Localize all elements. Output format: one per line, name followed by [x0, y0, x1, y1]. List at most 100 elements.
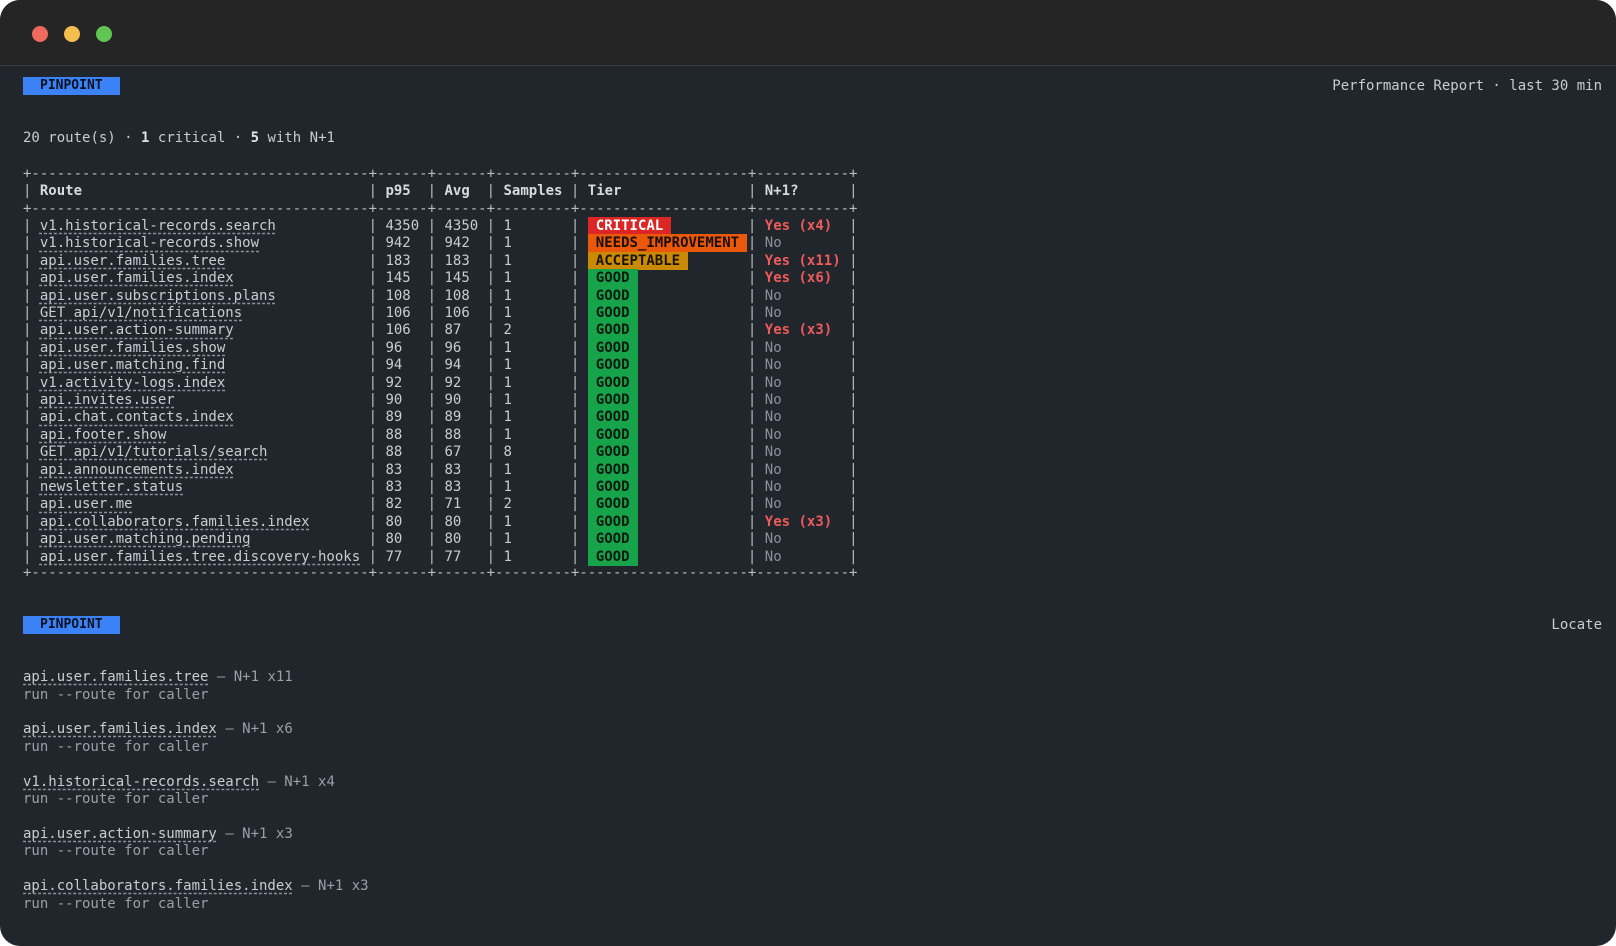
table-row: | newsletter.status | 83 | 83 | 1 | GOOD… — [23, 478, 858, 496]
table-row: | api.user.matching.pending | 80 | 80 | … — [23, 530, 858, 549]
route-link[interactable]: api.user.families.tree — [40, 253, 225, 269]
routes-label: route(s) — [48, 130, 116, 146]
cell-avg: 80 — [444, 531, 487, 548]
cell-p95: 80 — [385, 513, 428, 530]
n1-value: Yes (x3) — [764, 322, 850, 339]
cell-avg: 108 — [444, 287, 487, 304]
route-link[interactable]: GET api/v1/tutorials/search — [40, 444, 268, 460]
table-row: | v1.activity-logs.index | 92 | 92 | 1 |… — [23, 373, 858, 392]
tier-badge: GOOD — [587, 356, 638, 375]
title-bar — [0, 0, 1616, 66]
route-link[interactable]: api.chat.contacts.index — [40, 409, 234, 425]
close-button[interactable] — [32, 26, 48, 42]
route-link[interactable]: api.user.action-summary — [40, 322, 234, 338]
route-link[interactable]: api.user.matching.find — [40, 357, 225, 373]
terminal-window: PINPOINT Performance Report · last 30 mi… — [0, 0, 1616, 946]
tier-badge: GOOD — [587, 321, 638, 340]
n1-value: No — [764, 548, 850, 565]
route-link[interactable]: api.user.subscriptions.plans — [40, 288, 276, 304]
cell-avg: 77 — [444, 548, 487, 565]
cell-avg: 87 — [444, 322, 487, 339]
table-row: | api.user.subscriptions.plans | 108 | 1… — [23, 286, 858, 305]
table-row: | api.user.families.tree | 183 | 183 | 1… — [23, 251, 858, 270]
locate-detail: — N+1 x4 — [267, 773, 335, 790]
n1-value: No — [764, 496, 850, 513]
cell-p95: 94 — [385, 357, 428, 374]
cell-avg: 4350 — [444, 218, 487, 234]
critical-label: critical — [157, 130, 226, 146]
locate-route-link[interactable]: api.collaborators.families.index — [23, 878, 293, 894]
routes-count: 20 — [23, 130, 40, 146]
table-header: | Route | p95 | Avg | Samples | Tier | N… — [23, 183, 858, 199]
cell-samples: 1 — [503, 235, 571, 252]
table-border-header: +---------------------------------------… — [23, 201, 858, 217]
table-row: | api.user.families.index | 145 | 145 | … — [23, 269, 858, 288]
cell-samples: 1 — [503, 426, 571, 443]
table-row: | api.user.me | 82 | 71 | 2 | GOOD | No | — [23, 495, 858, 514]
tier-badge: GOOD — [587, 338, 638, 357]
route-link[interactable]: api.user.families.show — [40, 340, 225, 356]
locate-route-link[interactable]: api.user.action-summary — [23, 826, 217, 842]
locate-detail: — N+1 x3 — [301, 878, 369, 895]
tier-badge: GOOD — [587, 443, 638, 462]
locate-item: v1.historical-records.search — N+1 x4 — [23, 773, 335, 791]
route-link[interactable]: v1.historical-records.search — [40, 218, 276, 234]
cell-p95: 145 — [385, 270, 428, 287]
cell-p95: 83 — [385, 479, 428, 495]
table-row: | api.user.families.tree.discovery-hooks… — [23, 547, 858, 566]
minimize-button[interactable] — [64, 26, 80, 42]
table-row: | api.invites.user | 90 | 90 | 1 | GOOD |… — [23, 391, 858, 409]
route-link[interactable]: api.user.matching.pending — [40, 531, 251, 547]
cell-samples: 2 — [503, 322, 571, 339]
tier-badge: GOOD — [587, 269, 638, 288]
n1-value: No — [764, 426, 850, 443]
cell-samples: 1 — [503, 270, 571, 287]
route-link[interactable]: GET api/v1/notifications — [40, 305, 242, 321]
route-link[interactable]: api.invites.user — [40, 392, 175, 408]
cell-avg: 67 — [444, 444, 487, 461]
tier-badge: GOOD — [587, 286, 638, 305]
cell-p95: 80 — [385, 531, 428, 548]
route-link[interactable]: api.user.families.index — [40, 270, 234, 286]
cell-p95: 92 — [385, 374, 428, 391]
n1-count: 5 — [250, 130, 260, 146]
locate-route-link[interactable]: v1.historical-records.search — [23, 774, 259, 790]
cell-avg: 83 — [444, 479, 487, 495]
tier-badge: CRITICAL — [587, 217, 672, 235]
locate-route-link[interactable]: api.user.families.index — [23, 721, 217, 737]
route-link[interactable]: api.collaborators.families.index — [40, 514, 310, 530]
n1-value: No — [764, 287, 850, 304]
cell-samples: 1 — [503, 531, 571, 548]
cell-samples: 1 — [503, 461, 571, 478]
tier-badge: ACCEPTABLE — [587, 251, 689, 270]
route-link[interactable]: v1.historical-records.show — [40, 235, 259, 251]
route-link[interactable]: api.footer.show — [40, 427, 166, 443]
table-row: | GET api/v1/tutorials/search | 88 | 67 … — [23, 443, 858, 462]
locate-detail: — N+1 x6 — [225, 721, 293, 738]
pinpoint-badge-locate: PINPOINT — [23, 616, 120, 634]
cell-avg: 94 — [444, 357, 487, 374]
cell-avg: 183 — [444, 252, 487, 269]
route-link[interactable]: newsletter.status — [40, 479, 183, 495]
route-link[interactable]: api.user.families.tree.discovery-hooks — [40, 549, 360, 565]
route-link[interactable]: api.announcements.index — [40, 462, 234, 478]
locate-route-link[interactable]: api.user.families.tree — [23, 669, 208, 685]
maximize-button[interactable] — [96, 26, 112, 42]
table-border-top: +---------------------------------------… — [23, 166, 858, 182]
n1-value: Yes (x3) — [764, 513, 850, 530]
cell-samples: 1 — [503, 374, 571, 391]
cell-avg: 106 — [444, 305, 487, 321]
table-row: | GET api/v1/notifications | 106 | 106 |… — [23, 304, 858, 322]
pinpoint-badge: PINPOINT — [23, 77, 120, 95]
route-link[interactable]: v1.activity-logs.index — [40, 375, 225, 391]
column-header: N+1? — [764, 183, 850, 199]
locate-hint: run --route for caller — [23, 895, 209, 912]
route-link[interactable]: api.user.me — [40, 496, 133, 512]
cell-avg: 145 — [444, 270, 487, 287]
tier-badge: NEEDS_IMPROVEMENT — [587, 234, 748, 253]
cell-avg: 89 — [444, 409, 487, 426]
n1-value: No — [764, 461, 850, 478]
cell-p95: 942 — [385, 235, 428, 252]
cell-samples: 2 — [503, 496, 571, 513]
table-row: | api.chat.contacts.index | 89 | 89 | 1 … — [23, 408, 858, 427]
